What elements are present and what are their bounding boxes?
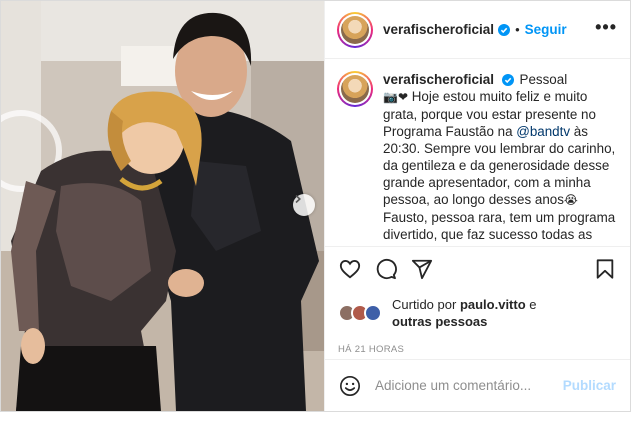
verified-badge-icon xyxy=(501,74,514,86)
like-button[interactable] xyxy=(338,257,362,281)
bookmark-icon xyxy=(596,259,614,279)
caption-text: verafischeroficial Pessoal 📷❤ Hoje estou… xyxy=(383,71,618,246)
caption-tag: Pessoal xyxy=(519,72,568,87)
chevron-right-icon xyxy=(295,194,301,204)
post-timestamp[interactable]: HÁ 21 HORAS xyxy=(325,339,630,359)
smiley-icon xyxy=(340,375,360,396)
separator-dot: • xyxy=(515,22,520,37)
post-side-panel: verafischeroficial • Seguir ••• verafisc… xyxy=(324,1,630,411)
likes-summary: Curtido por paulo.vitto e outras pessoas xyxy=(325,291,630,335)
avatar[interactable] xyxy=(337,11,373,48)
post-photo[interactable] xyxy=(1,1,324,411)
publish-button[interactable]: Publicar xyxy=(563,378,616,393)
follow-button[interactable]: Seguir xyxy=(525,22,567,37)
caption-body-end: Fausto, pessoa rara, tem um programa div… xyxy=(383,210,616,246)
liker-username[interactable]: paulo.vitto xyxy=(460,297,526,312)
comment-composer: Publicar xyxy=(325,359,630,411)
save-button[interactable] xyxy=(593,257,617,281)
more-options-button[interactable]: ••• xyxy=(595,18,617,38)
mention-link[interactable]: @bandtv xyxy=(516,124,570,139)
likes-others-link[interactable]: outras pessoas xyxy=(392,314,487,329)
heart-icon xyxy=(339,260,361,279)
emoji-picker-button[interactable] xyxy=(339,375,361,397)
next-photo-button[interactable] xyxy=(293,194,315,216)
comment-input[interactable] xyxy=(375,378,563,393)
avatar xyxy=(364,304,382,322)
post-header: verafischeroficial • Seguir ••• xyxy=(325,1,630,59)
caption-emoji-crying: 😭 xyxy=(563,193,578,207)
likes-prefix: Curtido por xyxy=(392,297,457,312)
caption-avatar[interactable] xyxy=(337,71,373,107)
caption-section: verafischeroficial Pessoal 📷❤ Hoje estou… xyxy=(325,59,630,247)
likes-suffix: e xyxy=(529,297,537,312)
send-icon xyxy=(411,259,433,280)
comment-icon xyxy=(376,258,397,280)
action-bar xyxy=(325,247,630,291)
author-username[interactable]: verafischeroficial xyxy=(383,22,494,37)
instagram-post: verafischeroficial • Seguir ••• verafisc… xyxy=(0,0,631,412)
share-button[interactable] xyxy=(410,257,434,281)
verified-badge-icon xyxy=(498,23,511,36)
comment-button[interactable] xyxy=(374,257,398,281)
photo-illustration xyxy=(1,1,324,411)
caption-username[interactable]: verafischeroficial xyxy=(383,72,494,87)
caption-emojis: 📷❤ xyxy=(383,90,408,104)
likes-text: Curtido por paulo.vitto e outras pessoas xyxy=(392,296,537,330)
liker-avatars[interactable] xyxy=(338,304,386,322)
